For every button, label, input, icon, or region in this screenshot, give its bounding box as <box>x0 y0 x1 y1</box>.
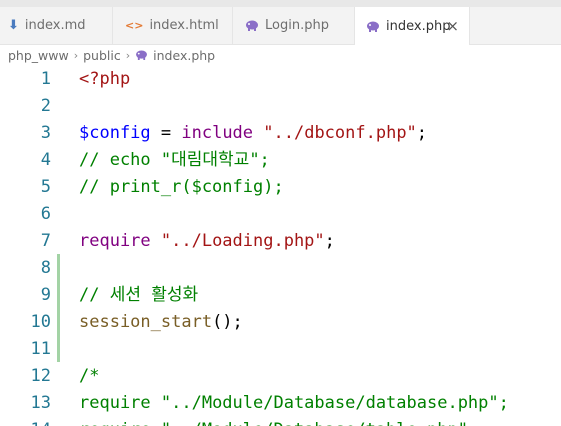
line-number: 6 <box>40 204 51 224</box>
code-text: session_start(); <box>79 309 243 336</box>
tab-label: index.php <box>386 18 451 34</box>
comment-text: // echo "대림대학교"; <box>79 150 270 170</box>
code-line-3[interactable]: 3 $config = include "../dbconf.php"; <box>0 120 561 147</box>
line-number: 14 <box>0 417 51 426</box>
comment-text: require "../Module/Database/table.php"; <box>79 417 478 426</box>
tab-index-md[interactable]: ⬇ index.md <box>0 7 113 44</box>
window-top-strip <box>0 0 561 7</box>
string-token: "../Loading.php" <box>150 231 325 251</box>
markdown-icon: ⬇ <box>8 18 19 33</box>
code-line-9[interactable]: 9 // 세션 활성화 <box>0 282 561 309</box>
tab-label: index.md <box>24 18 86 33</box>
code-line-10[interactable]: 10 session_start(); <box>0 309 561 336</box>
code-line-13[interactable]: 13 require "../Module/Database/database.… <box>0 390 561 417</box>
code-line-7[interactable]: 7 require "../Loading.php"; <box>0 228 561 255</box>
php-elephant-icon <box>135 50 148 60</box>
string-token: "../Module/Database/database.php" <box>150 393 499 413</box>
close-icon[interactable]: × <box>446 17 459 35</box>
chevron-right-icon: › <box>73 48 79 62</box>
punctuation-token: ; <box>324 231 335 251</box>
line-number: 9 <box>40 285 51 305</box>
keyword-token: require <box>79 231 151 251</box>
code-editor[interactable]: 1 <?php 2 3 $config = include "../dbconf… <box>0 66 561 426</box>
line-number: 4 <box>40 150 51 170</box>
line-number: 3 <box>40 123 51 143</box>
breadcrumb-item-public[interactable]: public <box>83 48 121 63</box>
breadcrumb-item-index-php[interactable]: index.php <box>153 48 215 63</box>
code-text: require "../Loading.php"; <box>79 228 335 255</box>
line-number: 1 <box>40 69 51 89</box>
line-number: 10 <box>30 312 51 332</box>
keyword-token: include <box>181 123 254 143</box>
code-line-8[interactable]: 8 <box>0 255 561 282</box>
line-number: 7 <box>40 231 51 251</box>
code-line-11[interactable]: 11 <box>0 336 561 363</box>
tab-label: index.html <box>149 18 219 33</box>
line-number: 8 <box>40 258 51 278</box>
punctuation-token: ; <box>498 393 509 413</box>
tab-index-html[interactable]: <> index.html <box>113 7 233 44</box>
code-line-4[interactable]: 4 // echo "대림대학교"; <box>0 147 561 174</box>
code-line-12[interactable]: 12 /* <box>0 363 561 390</box>
comment-text: /* <box>79 366 100 386</box>
operator-token: = <box>150 123 182 143</box>
code-line-5[interactable]: 5 // print_r($config); <box>0 174 561 201</box>
line-number: 12 <box>30 366 51 386</box>
code-line-6[interactable]: 6 <box>0 201 561 228</box>
html-icon: <> <box>125 19 144 32</box>
tab-label: Login.php <box>265 18 329 33</box>
string-token: "../dbconf.php" <box>253 123 417 143</box>
keyword-token: require <box>79 393 151 413</box>
comment-text: // print_r($config); <box>79 177 284 197</box>
line-number: 13 <box>30 393 51 413</box>
code-line-2[interactable]: 2 <box>0 93 561 120</box>
punctuation-token: ; <box>416 123 428 143</box>
code-line-14[interactable]: 14 require "../Module/Database/table.php… <box>0 417 561 426</box>
variable-token: $config <box>79 123 151 143</box>
tab-bar: ⬇ index.md <> index.html Login.php index… <box>0 7 561 45</box>
tab-login-php[interactable]: Login.php <box>233 7 355 44</box>
comment-text: require "../Module/Database/database.php… <box>79 390 509 417</box>
code-text: $config = include "../dbconf.php"; <box>79 120 427 147</box>
tab-index-php[interactable]: index.php × <box>355 7 470 45</box>
breadcrumb-item-php-www[interactable]: php_www <box>8 48 69 63</box>
function-token: session_start <box>79 312 213 332</box>
comment-text: // 세션 활성화 <box>79 285 199 305</box>
code-line-1[interactable]: 1 <?php <box>0 66 561 93</box>
line-number: 2 <box>40 96 51 116</box>
php-elephant-icon <box>245 20 259 31</box>
line-number: 5 <box>40 177 51 197</box>
php-elephant-icon <box>366 21 380 32</box>
punctuation-token: (); <box>212 312 243 332</box>
line-number: 11 <box>30 339 51 359</box>
code-text: <?php <box>79 69 131 89</box>
chevron-right-icon: › <box>125 48 131 62</box>
breadcrumb: php_www › public › index.php <box>0 44 561 66</box>
